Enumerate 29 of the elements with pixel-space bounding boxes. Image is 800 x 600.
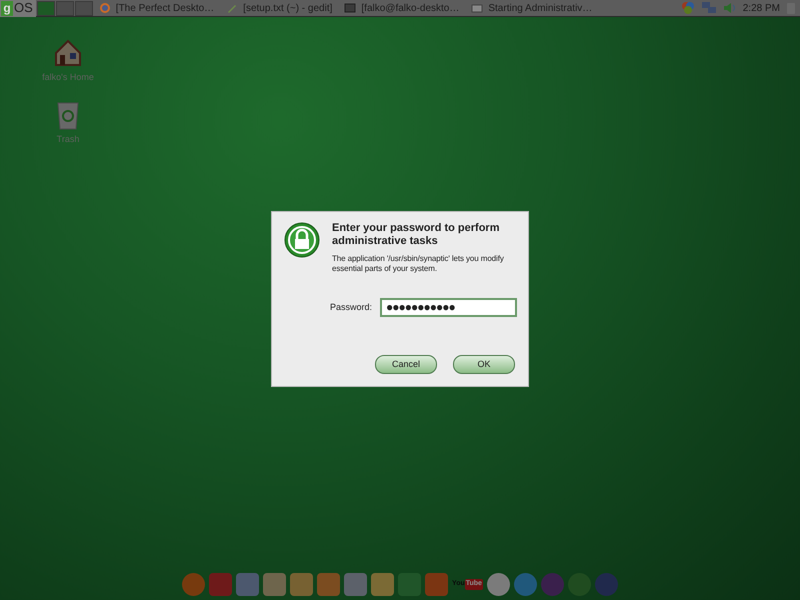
workspace-button[interactable]: [74, 0, 93, 16]
dialog-message: The application '/usr/sbin/synaptic' lets you modify essential parts of your system.: [332, 254, 505, 274]
volume-icon[interactable]: [722, 2, 737, 14]
logo-text: OS: [14, 0, 33, 18]
workspace-button[interactable]: [56, 0, 74, 16]
desktop-icon-label[interactable]: falko's Home: [42, 71, 94, 84]
padlock-icon: [284, 222, 320, 258]
password-label: Password:: [330, 301, 372, 314]
password-field[interactable]: ●●●●●●●●●●●: [380, 298, 517, 318]
taskbar-button[interactable]: [falko@falko-deskto…: [338, 0, 466, 16]
house-icon[interactable]: [52, 37, 84, 69]
network-icon[interactable]: [700, 1, 717, 15]
taskbar-button[interactable]: [setup.txt (~) - gedit]: [220, 0, 338, 16]
trash-icon[interactable]: [786, 1, 796, 15]
task-label: [The Perfect Deskto…: [116, 2, 214, 16]
clock[interactable]: 2:28 PM: [742, 0, 780, 16]
task-label: [falko@falko-deskto…: [361, 2, 460, 16]
dialog-title: Enter your password to perform administrative tasks: [332, 222, 500, 248]
workspace-button[interactable]: [36, 0, 55, 16]
pencil-icon: [226, 2, 238, 14]
task-label: [setup.txt (~) - gedit]: [243, 2, 332, 16]
menu-logo[interactable]: g OS: [0, 0, 36, 16]
logo-badge: g: [1, 0, 13, 16]
window-icon: [471, 2, 484, 14]
taskbar-button[interactable]: [The Perfect Deskto…: [92, 0, 220, 16]
taskbar-button[interactable]: Starting Administrativ…: [465, 0, 598, 16]
cancel-button[interactable]: Cancel: [375, 355, 437, 374]
task-label: Starting Administrativ…: [488, 2, 592, 16]
ok-button[interactable]: OK: [453, 355, 515, 374]
